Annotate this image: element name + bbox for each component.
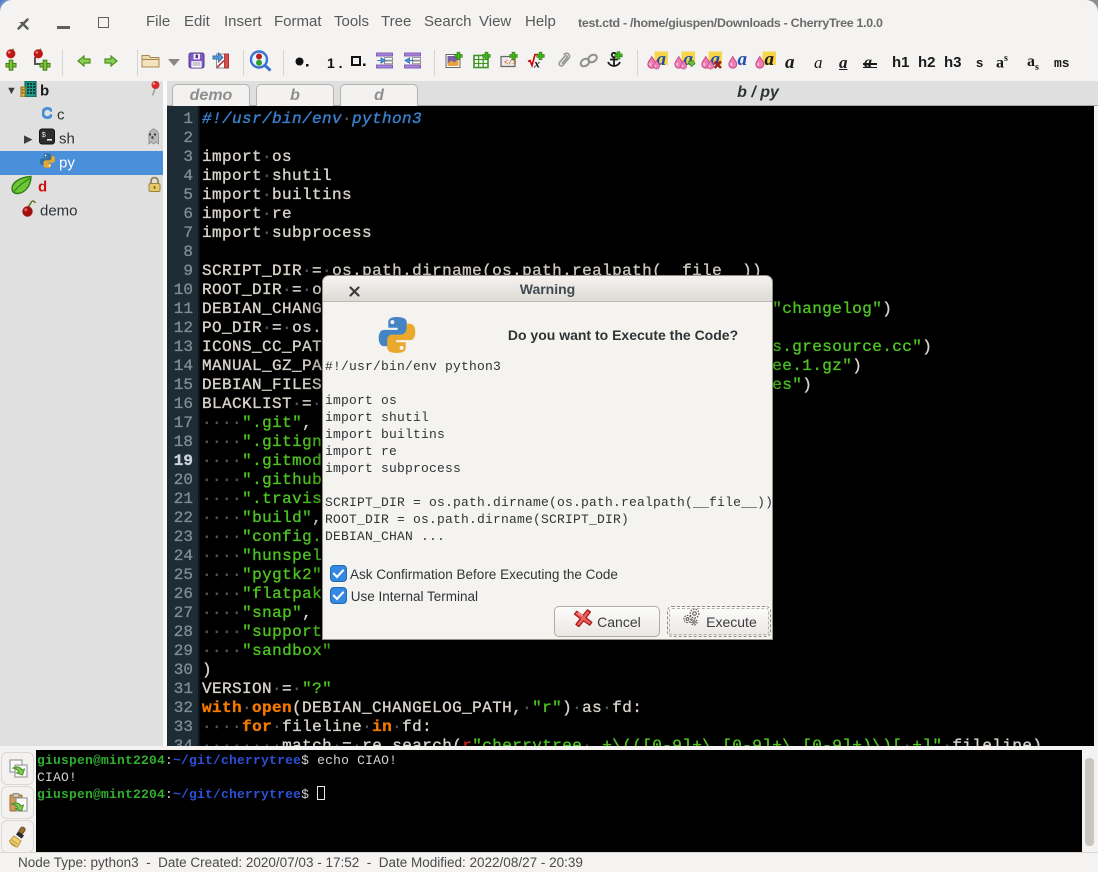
svg-text:a: a [738,51,748,71]
svg-text:$: $ [42,132,47,140]
svg-text:</>: </> [504,60,517,68]
svg-text:a: a [765,51,775,71]
